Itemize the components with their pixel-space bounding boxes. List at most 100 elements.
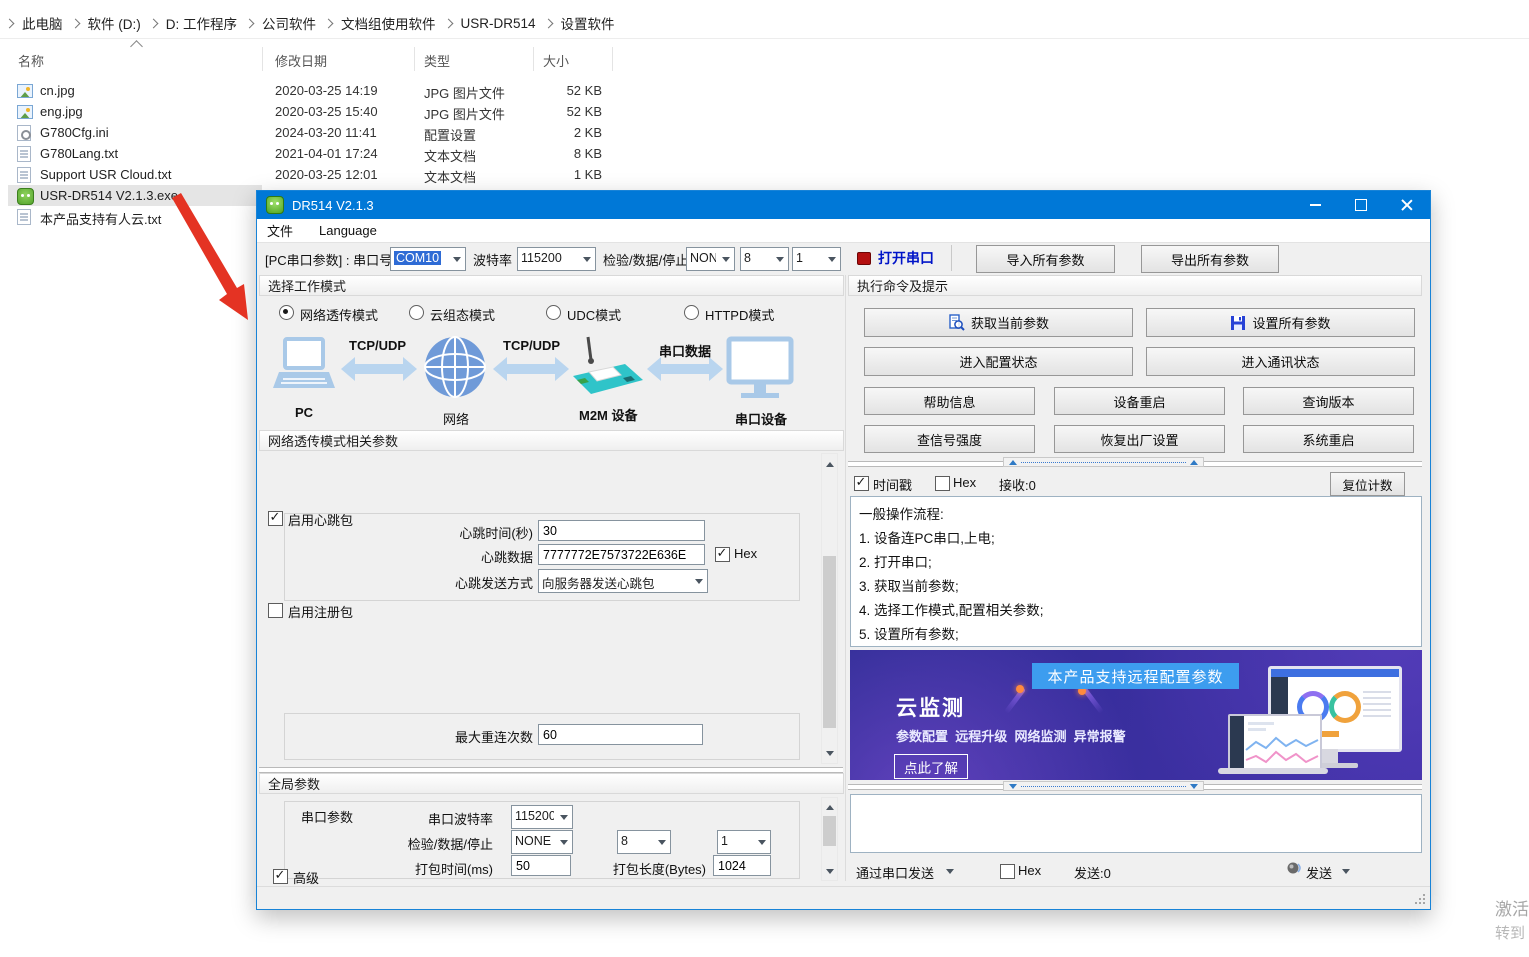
scrollbar-thumb[interactable]: [823, 816, 836, 846]
open-port-button[interactable]: 打开串口: [857, 247, 947, 269]
send-via-dropdown-icon[interactable]: [946, 869, 954, 874]
get-params-button[interactable]: 获取当前参数: [864, 308, 1133, 337]
advanced-checkbox-label[interactable]: 高级: [293, 868, 319, 887]
export-params-button[interactable]: 导出所有参数: [1141, 245, 1279, 273]
breadcrumb-item[interactable]: USR-DR514: [461, 16, 536, 31]
chevron-down-icon[interactable]: [654, 831, 670, 853]
collapse-handle[interactable]: [1003, 457, 1204, 467]
handle-dots: [1021, 786, 1186, 787]
minimize-button[interactable]: [1292, 191, 1338, 219]
scroll-down-icon[interactable]: [822, 745, 837, 761]
advanced-checkbox[interactable]: [273, 869, 288, 884]
chevron-down-icon[interactable]: [754, 831, 770, 853]
hb-mode-combobox[interactable]: 向服务器发送心跳包: [538, 569, 708, 593]
factory-reset-button[interactable]: 恢复出厂设置: [1054, 425, 1225, 453]
chevron-down-icon[interactable]: [824, 248, 840, 270]
doc-search-icon: [948, 314, 965, 331]
query-version-button[interactable]: 查询版本: [1243, 387, 1414, 415]
port-combobox[interactable]: COM10: [390, 247, 466, 271]
global-baud-combobox[interactable]: 115200: [511, 805, 573, 829]
scroll-up-icon[interactable]: [822, 799, 837, 815]
minimize-icon: [1310, 204, 1321, 206]
laptop-base: [1218, 768, 1328, 774]
recv-hex-label[interactable]: Hex: [953, 475, 976, 490]
packlen-input[interactable]: [713, 855, 771, 876]
timestamp-checkbox[interactable]: [854, 476, 869, 491]
radio-mode-transparent-label[interactable]: 网络透传模式: [300, 305, 378, 324]
hb-data-label: 心跳数据: [377, 547, 533, 566]
chevron-down-icon[interactable]: [691, 570, 707, 592]
heartbeat-checkbox[interactable]: [268, 511, 283, 526]
hb-time-input[interactable]: [538, 520, 705, 541]
hb-hex-checkbox[interactable]: [715, 547, 730, 562]
radio-mode-udc[interactable]: [546, 305, 561, 320]
radio-mode-httpd-label[interactable]: HTTPD模式: [705, 305, 774, 324]
breadcrumb-item[interactable]: 文档组使用软件: [341, 13, 436, 33]
radio-mode-cloud-label[interactable]: 云组态模式: [430, 305, 495, 324]
signal-strength-button[interactable]: 查信号强度: [864, 425, 1035, 453]
radio-mode-cloud[interactable]: [409, 305, 424, 320]
timestamp-checkbox-label[interactable]: 时间戳: [873, 475, 912, 494]
menu-language[interactable]: Language: [319, 223, 377, 238]
device-restart-button[interactable]: 设备重启: [1054, 387, 1225, 415]
databits-combobox[interactable]: 8: [740, 247, 789, 271]
recv-hex-checkbox[interactable]: [935, 476, 950, 491]
reset-counter-button[interactable]: 复位计数: [1330, 472, 1405, 496]
send-hex-checkbox[interactable]: [1000, 864, 1015, 879]
chevron-down-icon[interactable]: [718, 248, 734, 270]
column-divider[interactable]: [612, 47, 613, 71]
enter-config-button[interactable]: 进入配置状态: [864, 347, 1133, 376]
column-divider[interactable]: [533, 47, 534, 71]
chevron-down-icon[interactable]: [579, 248, 595, 270]
chevron-down-icon[interactable]: [556, 831, 572, 853]
set-params-button[interactable]: 设置所有参数: [1146, 308, 1415, 337]
scroll-up-icon[interactable]: [822, 456, 837, 472]
send-hex-label[interactable]: Hex: [1018, 863, 1041, 878]
resize-grip-icon[interactable]: [1423, 902, 1425, 904]
chevron-down-icon[interactable]: [449, 248, 465, 270]
collapse-handle[interactable]: [1003, 781, 1204, 791]
help-info-button[interactable]: 帮助信息: [864, 387, 1035, 415]
global-databits-combobox[interactable]: 8: [617, 830, 671, 854]
column-header-size[interactable]: 大小: [543, 51, 569, 70]
handle-dots: [1021, 462, 1186, 463]
panel-divider[interactable]: [845, 275, 846, 881]
close-button[interactable]: [1384, 191, 1430, 219]
chevron-down-icon[interactable]: [556, 806, 572, 828]
send-dropdown-icon[interactable]: [1342, 869, 1350, 874]
title-bar[interactable]: DR514 V2.1.3: [257, 191, 1430, 219]
chevron-down-icon[interactable]: [772, 248, 788, 270]
import-params-button[interactable]: 导入所有参数: [976, 245, 1115, 273]
file-type: 配置设置: [424, 125, 476, 144]
hb-hex-label[interactable]: Hex: [734, 546, 757, 561]
params-scrollbar[interactable]: [821, 453, 838, 764]
register-checkbox[interactable]: [268, 603, 283, 618]
scroll-down-icon[interactable]: [822, 863, 837, 879]
register-checkbox-label[interactable]: 启用注册包: [288, 602, 353, 621]
send-button[interactable]: 发送: [1306, 863, 1332, 882]
global-stopbits-combobox[interactable]: 1: [717, 830, 771, 854]
scrollbar-thumb[interactable]: [823, 556, 836, 728]
global-databits-value: 8: [621, 834, 652, 848]
column-header-type[interactable]: 类型: [424, 51, 450, 70]
maximize-button[interactable]: [1338, 191, 1384, 219]
global-parity-combobox[interactable]: NONE: [511, 830, 573, 854]
stopbits-combobox[interactable]: 1: [792, 247, 841, 271]
packtime-input[interactable]: [511, 855, 571, 876]
parity-combobox[interactable]: NONI: [686, 247, 735, 271]
radio-mode-httpd[interactable]: [684, 305, 699, 320]
breadcrumb-item[interactable]: 设置软件: [561, 13, 615, 33]
system-restart-button[interactable]: 系统重启: [1243, 425, 1414, 453]
enter-comm-button[interactable]: 进入通讯状态: [1146, 347, 1415, 376]
send-via-label[interactable]: 通过串口发送: [856, 863, 934, 882]
promo-banner[interactable]: 本产品支持远程配置参数 云监测 参数配置 远程升级 网络监测 异常报警 点此了解: [850, 650, 1422, 780]
hb-data-input[interactable]: [538, 544, 705, 565]
banner-cta-button[interactable]: 点此了解: [894, 754, 968, 779]
send-input-area[interactable]: [850, 794, 1422, 853]
receive-log[interactable]: 一般操作流程: 1. 设备连PC串口,上电; 2. 打开串口; 3. 获取当前参…: [850, 496, 1422, 647]
radio-mode-udc-label[interactable]: UDC模式: [567, 305, 621, 324]
baud-combobox[interactable]: 115200: [517, 247, 596, 271]
global-scrollbar[interactable]: [821, 797, 838, 881]
column-divider[interactable]: [414, 47, 415, 71]
reconnect-input[interactable]: [538, 724, 703, 745]
